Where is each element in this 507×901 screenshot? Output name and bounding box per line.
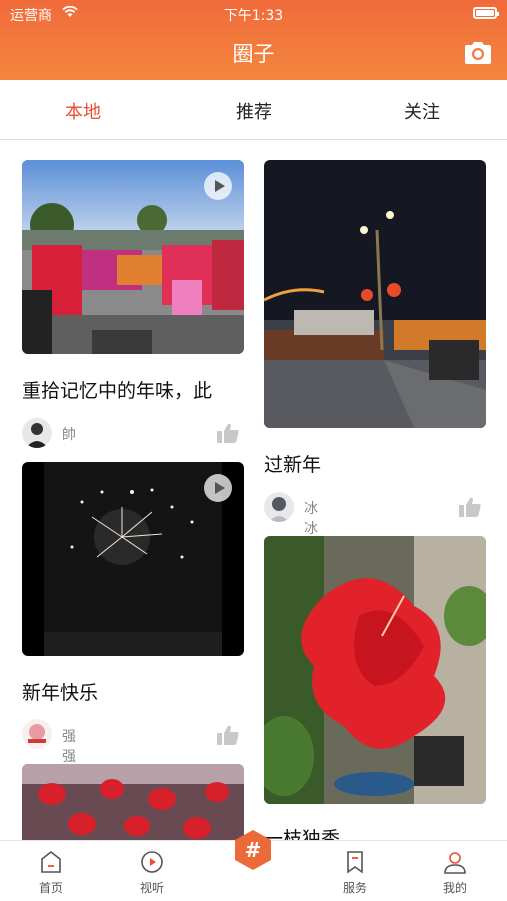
status-time: 下午1:33: [223, 8, 284, 24]
bottom-nav: 首页 视听 # 服务 我的: [0, 830, 507, 901]
play-icon[interactable]: [204, 172, 232, 200]
battery-icon: [473, 7, 499, 19]
nav-home[interactable]: 首页: [21, 849, 81, 896]
thumbs-up-icon[interactable]: [458, 496, 482, 518]
nav-circle-label: #: [245, 838, 262, 862]
camera-icon[interactable]: [463, 40, 493, 66]
username[interactable]: 冰冰: [304, 498, 318, 538]
tab-local[interactable]: 本地: [65, 98, 101, 124]
avatar[interactable]: [22, 418, 52, 448]
avatar[interactable]: [264, 492, 294, 522]
status-bar: 运营商 下午1:33: [0, 0, 507, 28]
post-image[interactable]: [22, 764, 244, 840]
post-image[interactable]: [264, 536, 486, 804]
app-header: 运营商 下午1:33 圈子: [0, 0, 507, 80]
nav-services-label: 服务: [342, 881, 367, 895]
thumbs-up-icon[interactable]: [216, 422, 240, 444]
user-icon: [444, 852, 466, 874]
username[interactable]: 强强: [62, 726, 76, 766]
post-title: 过新年: [264, 454, 322, 476]
bookmark-icon: [347, 851, 363, 874]
post-image[interactable]: [264, 160, 486, 428]
nav-profile-label: 我的: [442, 881, 467, 895]
play-circle-icon: [141, 851, 163, 873]
nav-circle-button[interactable]: #: [230, 827, 276, 873]
tab-follow[interactable]: 关注: [404, 98, 440, 124]
username[interactable]: 帥: [62, 424, 76, 444]
post-title: 新年快乐: [22, 682, 99, 704]
nav-services[interactable]: 服务: [325, 849, 385, 896]
nav-media-label: 视听: [139, 881, 164, 895]
thumbs-up-icon[interactable]: [216, 724, 240, 746]
post-title: 重拾记忆中的年味，此: [22, 380, 213, 402]
nav-home-label: 首页: [38, 881, 63, 895]
home-icon: [41, 850, 61, 873]
page-title: 圈子: [232, 42, 275, 66]
play-icon[interactable]: [204, 474, 232, 502]
nav-media[interactable]: 视听: [122, 849, 182, 896]
avatar[interactable]: [22, 719, 52, 749]
tab-recommend[interactable]: 推荐: [236, 98, 272, 124]
hashtag-icon: #: [235, 830, 271, 870]
tab-bar: 本地 推荐 关注: [0, 80, 507, 140]
nav-profile[interactable]: 我的: [425, 849, 485, 896]
